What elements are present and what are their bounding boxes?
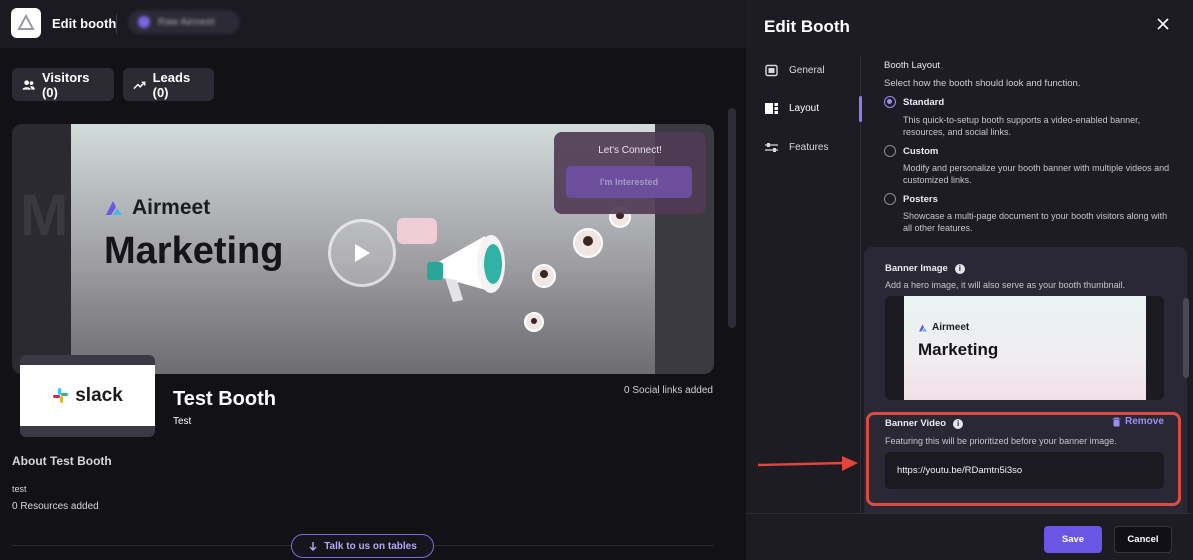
general-icon <box>765 64 778 77</box>
option-title-posters[interactable]: Posters <box>903 194 938 205</box>
radio-posters[interactable] <box>884 193 896 205</box>
avatar <box>573 228 603 258</box>
nav-item-label: Features <box>789 142 829 153</box>
nav-divider <box>860 56 861 516</box>
layout-icon <box>765 103 778 114</box>
app-root: Edit booth Raw Airmeet Visitors (0) Lead… <box>0 0 1193 560</box>
booth-subtitle: Test <box>173 416 192 427</box>
radio-custom[interactable] <box>884 145 896 157</box>
avatar <box>532 264 556 288</box>
nav-item-label: General <box>789 65 825 76</box>
about-description: test <box>12 484 27 494</box>
cancel-button[interactable]: Cancel <box>1114 526 1172 553</box>
nav-item-layout[interactable]: Layout <box>764 102 819 115</box>
nav-item-general[interactable]: General <box>764 64 825 77</box>
banner-headline: Marketing <box>104 230 284 272</box>
thumbnail-brand: Airmeet <box>918 322 969 333</box>
banner-image-thumbnail[interactable]: Airmeet Marketing <box>885 296 1164 400</box>
avatar <box>524 312 544 332</box>
banner-edge-left: M <box>12 124 71 374</box>
visitors-label: Visitors (0) <box>41 69 90 100</box>
booth-banner: M Airmeet Marketing Let's Connect! I'm I… <box>12 124 714 374</box>
play-icon <box>355 244 370 262</box>
talk-on-tables-button[interactable]: Talk to us on tables <box>291 534 434 558</box>
banner-video-highlight <box>866 412 1181 506</box>
nav-item-label: Layout <box>789 103 820 114</box>
radio-standard[interactable] <box>884 96 896 108</box>
interested-button[interactable]: I'm Interested <box>566 166 692 198</box>
arrow-down-icon <box>309 542 317 551</box>
booth-name: Test Booth <box>173 388 276 410</box>
panel-title: Edit Booth <box>764 17 850 36</box>
banner-brand: Airmeet <box>104 196 210 220</box>
divider <box>116 14 117 34</box>
social-links-count: 0 Social links added <box>624 385 713 396</box>
banner-brand-label: Airmeet <box>132 196 211 219</box>
sliders-icon <box>765 143 778 152</box>
banner-ghost-letter: M <box>20 183 69 248</box>
booth-logo-image: slack <box>20 365 155 426</box>
event-avatar-icon <box>138 16 150 28</box>
megaphone-illustration <box>427 235 505 302</box>
info-icon[interactable]: i <box>954 263 965 274</box>
option-title-standard[interactable]: Standard <box>903 97 944 108</box>
banner-image-label: Banner Image i <box>885 263 965 274</box>
booth-logo: slack <box>20 355 155 437</box>
event-chip-label: Raw Airmeet <box>158 16 215 28</box>
thumbnail-brand-label: Airmeet <box>932 322 970 333</box>
visitors-button[interactable]: Visitors (0) <box>12 68 114 101</box>
trending-up-icon <box>133 81 146 89</box>
talk-on-tables-label: Talk to us on tables <box>324 540 417 552</box>
airmeet-brand-icon <box>106 201 122 215</box>
about-title: About Test Booth <box>12 454 112 468</box>
annotation-arrow-icon <box>757 456 858 471</box>
connect-card: Let's Connect! I'm Interested <box>554 132 706 214</box>
option-desc-standard: This quick-to-setup booth supports a vid… <box>903 115 1141 137</box>
leads-label: Leads (0) <box>152 69 191 100</box>
top-bar: Edit booth Raw Airmeet <box>0 0 746 48</box>
airmeet-logo[interactable] <box>11 8 41 38</box>
users-icon <box>22 79 35 90</box>
leads-button[interactable]: Leads (0) <box>123 68 214 101</box>
event-chip[interactable]: Raw Airmeet <box>128 10 240 34</box>
nav-item-features[interactable]: Features <box>764 141 828 154</box>
connect-title: Let's Connect! <box>598 145 662 156</box>
booth-logo-text: slack <box>75 384 123 406</box>
save-button[interactable]: Save <box>1044 526 1102 553</box>
option-desc-posters: Showcase a multi-page document to your b… <box>903 211 1168 233</box>
resources-count: 0 Resources added <box>12 501 99 512</box>
panel-footer: Save Cancel <box>746 513 1193 560</box>
booth-layout-label: Booth Layout <box>884 60 940 71</box>
booth-layout-description: Select how the booth should look and fun… <box>884 78 1081 89</box>
banner-image-label-text: Banner Image <box>885 263 948 274</box>
banner-image-description: Add a hero image, it will also serve as … <box>885 280 1126 290</box>
play-button[interactable] <box>328 219 396 287</box>
panel-scrollbar[interactable] <box>1183 298 1189 378</box>
nav-active-indicator <box>859 96 862 122</box>
thumbnail-title: Marketing <box>918 340 999 359</box>
slack-logo-icon <box>53 388 69 403</box>
option-desc-custom: Modify and personalize your booth banner… <box>903 163 1170 185</box>
airmeet-brand-icon <box>919 324 927 331</box>
page-scrollbar[interactable] <box>728 108 736 328</box>
page-title: Edit booth <box>52 16 117 31</box>
chat-bubble-illustration <box>397 218 437 244</box>
option-title-custom[interactable]: Custom <box>903 146 938 157</box>
close-icon[interactable] <box>1155 16 1171 32</box>
airmeet-logo-icon <box>17 13 35 30</box>
